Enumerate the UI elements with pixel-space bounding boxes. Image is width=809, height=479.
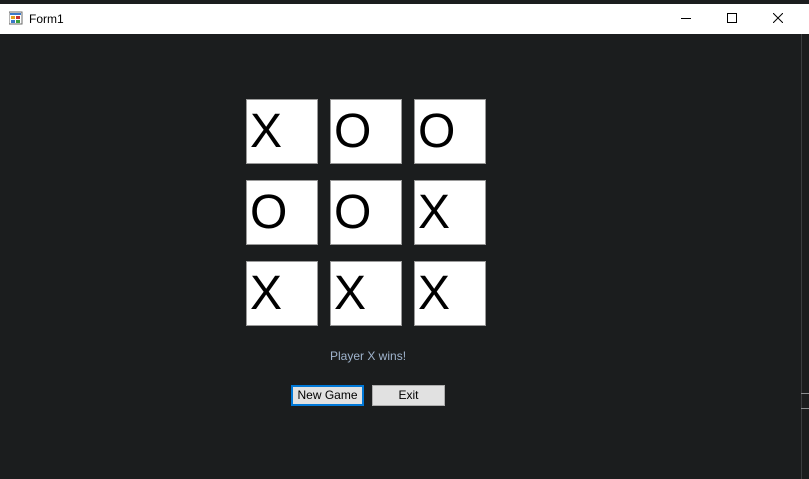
cell-mark: X: [250, 105, 283, 158]
title-bar[interactable]: Form1: [0, 4, 801, 34]
minimize-icon: [681, 18, 691, 19]
edge-tick: [801, 393, 809, 394]
form1-window: Form1 X O O O O X X X X Player X wins! N…: [0, 0, 809, 479]
maximize-button[interactable]: [709, 4, 755, 34]
cell-mark: X: [334, 267, 367, 320]
cell-mark: O: [250, 186, 288, 239]
cell-mark: X: [418, 186, 451, 239]
cell-mark: O: [334, 186, 372, 239]
cell-2[interactable]: O: [330, 99, 402, 164]
cell-9[interactable]: X: [414, 261, 486, 326]
cell-8[interactable]: X: [330, 261, 402, 326]
game-board: X O O O O X X X X: [246, 99, 490, 329]
close-icon: [773, 13, 783, 23]
status-label: Player X wins!: [330, 349, 407, 363]
exit-button[interactable]: Exit: [372, 385, 445, 406]
form-app-icon: [8, 11, 23, 25]
new-game-button[interactable]: New Game: [291, 385, 364, 406]
cell-6[interactable]: X: [414, 180, 486, 245]
close-button[interactable]: [755, 4, 801, 34]
cell-4[interactable]: O: [246, 180, 318, 245]
maximize-icon: [727, 13, 737, 23]
cell-mark: O: [334, 105, 372, 158]
cell-7[interactable]: X: [246, 261, 318, 326]
cell-mark: X: [250, 267, 283, 320]
window-title: Form1: [29, 12, 64, 26]
cell-mark: O: [418, 105, 456, 158]
edge-tick: [801, 408, 809, 409]
cell-1[interactable]: X: [246, 99, 318, 164]
window-edge-inner: [801, 34, 809, 479]
minimize-button[interactable]: [663, 4, 709, 34]
cell-mark: X: [418, 267, 451, 320]
cell-3[interactable]: O: [414, 99, 486, 164]
cell-5[interactable]: O: [330, 180, 402, 245]
